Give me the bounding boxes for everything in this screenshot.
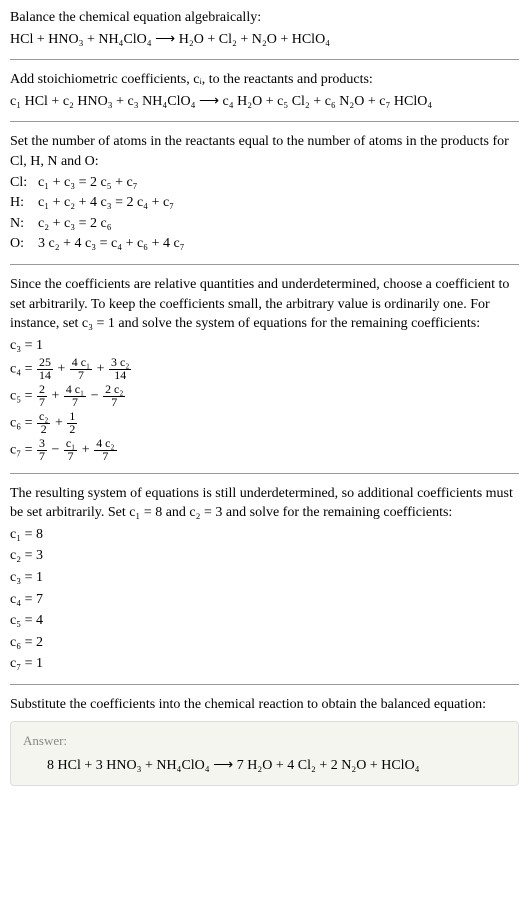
plus: + [51,416,66,431]
fraction: 2514 [37,357,53,382]
underdet2-text: The resulting system of equations is sti… [10,484,519,523]
divider [10,121,519,122]
fraction: 2 c₂7 [103,384,125,409]
c3-equation: c₃ = 1 [10,336,519,356]
fraction: 4 c₁7 [64,384,86,409]
underdet2-section: The resulting system of equations is sti… [10,484,519,674]
atom-row-h: H: c₁ + c₂ + 4 c₃ = 2 c₄ + c₇ [10,193,519,213]
divider [10,684,519,685]
atoms-intro: Set the number of atoms in the reactants… [10,132,519,171]
atoms-section: Set the number of atoms in the reactants… [10,132,519,254]
c5-lhs: c₅ = [10,389,36,404]
atom-label: N: [10,214,38,234]
c1-value: c₁ = 8 [10,525,519,545]
c3-value: c₃ = 1 [10,568,519,588]
c4-value: c₄ = 7 [10,590,519,610]
stoich-text: Add stoichiometric coefficients, cᵢ, to … [10,70,519,90]
atom-equation: 3 c₂ + 4 c₃ = c₄ + c₆ + 4 c₇ [38,234,185,254]
c4-lhs: c₄ = [10,362,36,377]
answer-equation: 8 HCl + 3 HNO₃ + NH₄ClO₄ ⟶ 7 H₂O + 4 Cl₂… [23,756,506,776]
minus: − [87,389,102,404]
c6-value: c₆ = 2 [10,633,519,653]
atom-label: H: [10,193,38,213]
plus: + [48,389,63,404]
plus: + [78,442,93,457]
divider [10,473,519,474]
final-text: Substitute the coefficients into the che… [10,695,519,715]
atom-row-n: N: c₂ + c₃ = 2 c₆ [10,214,519,234]
plus: + [54,362,69,377]
atom-equation: c₂ + c₃ = 2 c₆ [38,214,112,234]
c2-value: c₂ = 3 [10,546,519,566]
divider [10,264,519,265]
c7-lhs: c₇ = [10,442,36,457]
c7-value: c₇ = 1 [10,654,519,674]
stoich-section: Add stoichiometric coefficients, cᵢ, to … [10,70,519,111]
c6-lhs: c₆ = [10,416,36,431]
answer-box: Answer: 8 HCl + 3 HNO₃ + NH₄ClO₄ ⟶ 7 H₂O… [10,721,519,787]
fraction: 4 c₁7 [70,357,92,382]
underdet1-section: Since the coefficients are relative quan… [10,275,519,463]
atom-row-o: O: 3 c₂ + 4 c₃ = c₄ + c₆ + 4 c₇ [10,234,519,254]
fraction: 3 c₂14 [109,357,131,382]
atom-row-cl: Cl: c₁ + c₃ = 2 c₅ + c₇ [10,173,519,193]
fraction: 37 [37,438,47,463]
c6-equation: c₆ = c₂2 + 12 [10,411,519,436]
intro-text: Balance the chemical equation algebraica… [10,8,519,28]
fraction: 4 c₂7 [94,438,116,463]
underdet1-text: Since the coefficients are relative quan… [10,275,519,334]
c4-equation: c₄ = 2514 + 4 c₁7 + 3 c₂14 [10,357,519,382]
atom-label: Cl: [10,173,38,193]
plus: + [93,362,108,377]
fraction: c₂2 [37,411,50,436]
fraction: 27 [37,384,47,409]
stoich-equation: c₁ HCl + c₂ HNO₃ + c₃ NH₄ClO₄ ⟶ c₄ H₂O +… [10,92,519,112]
final-section: Substitute the coefficients into the che… [10,695,519,786]
answer-label: Answer: [23,732,506,750]
atom-equation: c₁ + c₃ = 2 c₅ + c₇ [38,173,138,193]
c7-equation: c₇ = 37 − c₁7 + 4 c₂7 [10,438,519,463]
c5-equation: c₅ = 27 + 4 c₁7 − 2 c₂7 [10,384,519,409]
intro-section: Balance the chemical equation algebraica… [10,8,519,49]
minus: − [48,442,63,457]
c5-value: c₅ = 4 [10,611,519,631]
atom-equation: c₁ + c₂ + 4 c₃ = 2 c₄ + c₇ [38,193,174,213]
fraction: 12 [67,411,77,436]
fraction: c₁7 [64,438,77,463]
atom-label: O: [10,234,38,254]
divider [10,59,519,60]
intro-equation: HCl + HNO₃ + NH₄ClO₄ ⟶ H₂O + Cl₂ + N₂O +… [10,30,519,50]
